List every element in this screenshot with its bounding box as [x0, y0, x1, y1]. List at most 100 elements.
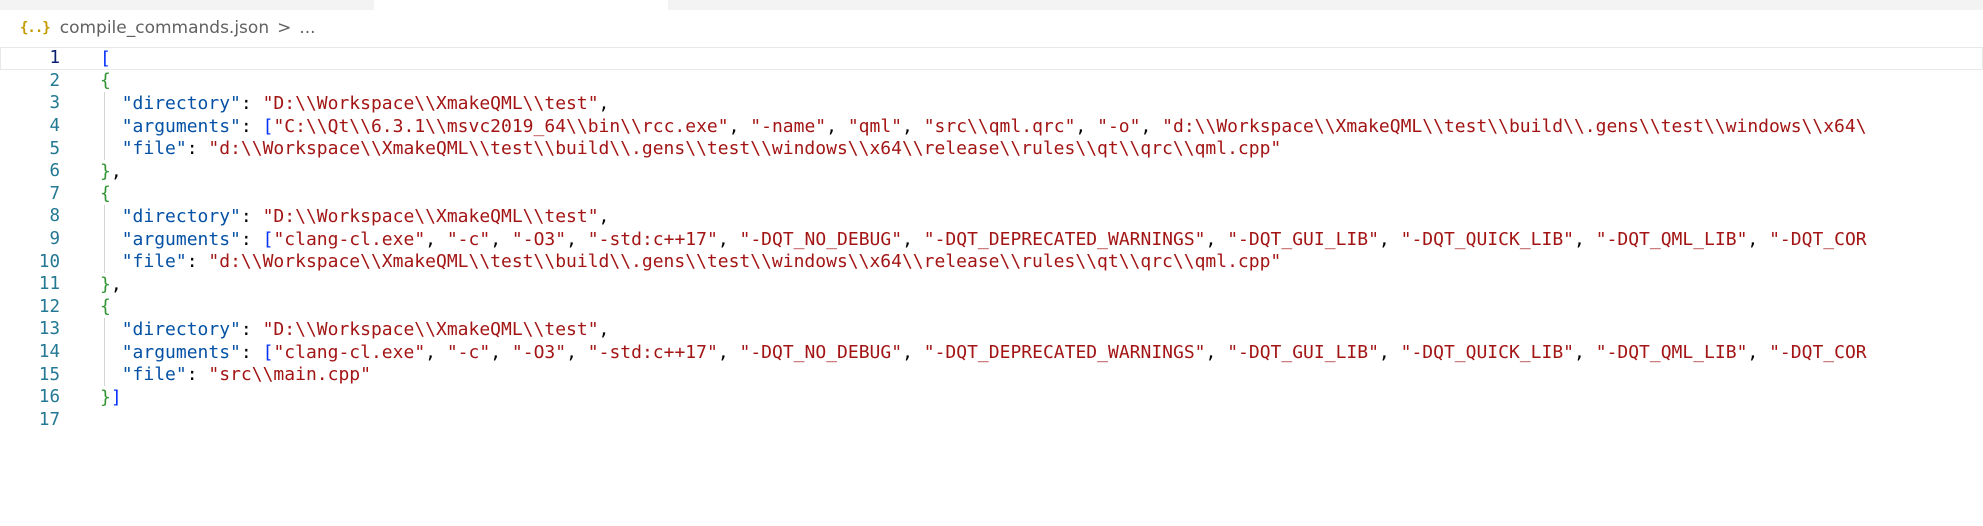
code-token: "-DQT_GUI_LIB"	[1227, 228, 1379, 250]
code-token: "clang-cl.exe"	[273, 341, 426, 363]
code-token: ,	[566, 341, 588, 363]
code-token: "-DQT_QUICK_LIB"	[1400, 228, 1574, 250]
code-token: ,	[598, 205, 610, 227]
code-text: {	[100, 70, 111, 91]
code-text: },	[100, 274, 122, 295]
code-token: "-DQT_NO_DEBUG"	[739, 228, 903, 250]
code-token: "-DQT_COR	[1769, 228, 1867, 250]
code-token: "-o"	[1097, 115, 1141, 137]
code-line[interactable]: 13 "directory": "D:\\Workspace\\XmakeQML…	[0, 318, 1983, 341]
code-token: ,	[1205, 341, 1228, 363]
line-number: 13	[38, 319, 60, 340]
code-token: ,	[490, 228, 512, 250]
code-token: "directory"	[121, 92, 241, 114]
code-token: ]	[110, 386, 122, 408]
code-token: ,	[717, 341, 740, 363]
breadcrumb-file[interactable]: compile_commands.json	[60, 18, 269, 38]
code-line[interactable]: 16}]	[0, 386, 1983, 409]
code-token: ,	[1747, 341, 1770, 363]
breadcrumb-more[interactable]: ...	[299, 18, 315, 38]
code-token: ,	[728, 115, 751, 137]
code-text: {	[100, 183, 111, 204]
line-number: 3	[49, 93, 60, 114]
line-number: 6	[49, 161, 60, 182]
code-token: "d:\\Workspace\\XmakeQML\\test\\build\\.…	[208, 138, 1282, 160]
code-token: "directory"	[121, 205, 241, 227]
code-token: :	[240, 318, 263, 340]
code-token: [	[262, 228, 274, 250]
code-token: "-std:c++17"	[587, 341, 718, 363]
code-token: {	[100, 70, 111, 92]
code-token: ,	[1747, 228, 1770, 250]
code-line[interactable]: 14 "arguments": ["clang-cl.exe", "-c", "…	[0, 341, 1983, 364]
json-file-icon: {..}	[20, 20, 51, 36]
code-line[interactable]: 8 "directory": "D:\\Workspace\\XmakeQML\…	[0, 205, 1983, 228]
indent-guide	[104, 205, 105, 273]
code-line[interactable]: 17	[0, 409, 1983, 432]
code-token: }	[100, 160, 111, 182]
code-token: "clang-cl.exe"	[273, 228, 426, 250]
code-token: :	[240, 115, 263, 137]
code-token: "file"	[121, 138, 187, 160]
code-token: ,	[1574, 341, 1596, 363]
code-token: ,	[490, 341, 512, 363]
line-number: 8	[49, 206, 60, 227]
code-token: "arguments"	[121, 341, 241, 363]
code-token: ,	[598, 92, 610, 114]
code-line[interactable]: 11},	[0, 273, 1983, 296]
code-line[interactable]: 2{	[0, 70, 1983, 93]
code-token: "directory"	[121, 318, 241, 340]
code-text: "directory": "D:\\Workspace\\XmakeQML\\t…	[100, 205, 610, 227]
code-line[interactable]: 3 "directory": "D:\\Workspace\\XmakeQML\…	[0, 92, 1983, 115]
code-line[interactable]: 12 {	[0, 296, 1983, 319]
tab-strip-left	[0, 0, 374, 10]
line-number: 16	[38, 387, 60, 408]
code-token: "-DQT_QUICK_LIB"	[1400, 341, 1574, 363]
code-token: ,	[717, 228, 740, 250]
code-token: :	[240, 92, 263, 114]
code-line[interactable]: 9 "arguments": ["clang-cl.exe", "-c", "-…	[0, 228, 1983, 251]
code-token: "src\\qml.qrc"	[923, 115, 1076, 137]
code-token: ,	[902, 115, 924, 137]
code-token: }	[100, 273, 111, 295]
code-token: ,	[566, 228, 588, 250]
code-token: [	[262, 341, 274, 363]
code-token: }	[100, 386, 111, 408]
code-token: "file"	[121, 364, 187, 386]
code-token: :	[186, 364, 209, 386]
code-token: "-DQT_DEPRECATED_WARNINGS"	[923, 228, 1206, 250]
code-token: "D:\\Workspace\\XmakeQML\\test"	[262, 92, 599, 114]
line-number: 2	[49, 70, 60, 91]
code-text: "directory": "D:\\Workspace\\XmakeQML\\t…	[100, 318, 610, 340]
line-number: 10	[38, 251, 60, 272]
code-token: [	[262, 115, 274, 137]
code-token: "-std:c++17"	[587, 228, 718, 250]
code-token: "-O3"	[511, 341, 567, 363]
code-token: ,	[902, 228, 924, 250]
code-line[interactable]: 4 "arguments": ["C:\\Qt\\6.3.1\\msvc2019…	[0, 115, 1983, 138]
code-line[interactable]: 5 "file": "d:\\Workspace\\XmakeQML\\test…	[0, 137, 1983, 160]
code-editor[interactable]: 1[2{3 "directory": "D:\\Workspace\\Xmake…	[0, 44, 1983, 526]
code-token: "-DQT_QML_LIB"	[1595, 341, 1748, 363]
code-line[interactable]: 7{	[0, 183, 1983, 206]
code-text: {	[100, 296, 111, 317]
breadcrumb: {..} compile_commands.json > ...	[0, 12, 1983, 44]
line-number: 15	[38, 364, 60, 385]
code-token: "-O3"	[511, 228, 567, 250]
code-token: "arguments"	[121, 228, 241, 250]
code-line[interactable]: 1[	[0, 47, 1983, 70]
code-token: :	[186, 251, 209, 273]
code-text: "directory": "D:\\Workspace\\XmakeQML\\t…	[100, 92, 610, 114]
code-token: "C:\\Qt\\6.3.1\\msvc2019_64\\bin\\rcc.ex…	[273, 115, 729, 137]
line-number: 14	[38, 342, 60, 363]
code-line[interactable]: 6},	[0, 160, 1983, 183]
line-number: 17	[38, 409, 60, 430]
code-token: ,	[1574, 228, 1596, 250]
line-number: 5	[49, 138, 60, 159]
code-text: "file": "src\\main.cpp"	[100, 364, 371, 385]
code-token: ,	[902, 341, 924, 363]
code-line[interactable]: 10 "file": "d:\\Workspace\\XmakeQML\\tes…	[0, 250, 1983, 273]
code-token: "d:\\Workspace\\XmakeQML\\test\\build\\.…	[1162, 115, 1867, 137]
code-token: :	[240, 205, 263, 227]
code-line[interactable]: 15 "file": "src\\main.cpp"	[0, 363, 1983, 386]
